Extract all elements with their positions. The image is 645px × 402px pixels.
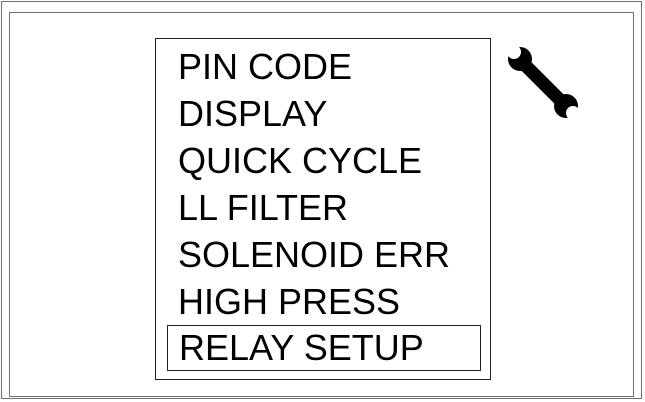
menu-item-relay-setup-selected[interactable]: RELAY SETUP (167, 325, 481, 371)
menu-item-display[interactable]: DISPLAY (178, 92, 327, 136)
menu-item-solenoid-err[interactable]: SOLENOID ERR (178, 233, 450, 277)
menu-item-pin-code[interactable]: PIN CODE (178, 45, 352, 89)
settings-menu: PIN CODE DISPLAY QUICK CYCLE LL FILTER S… (155, 38, 491, 380)
wrench-icon (507, 45, 580, 120)
menu-item-ll-filter[interactable]: LL FILTER (178, 186, 348, 230)
menu-item-quick-cycle[interactable]: QUICK CYCLE (178, 139, 422, 183)
menu-item-high-press[interactable]: HIGH PRESS (178, 280, 400, 324)
